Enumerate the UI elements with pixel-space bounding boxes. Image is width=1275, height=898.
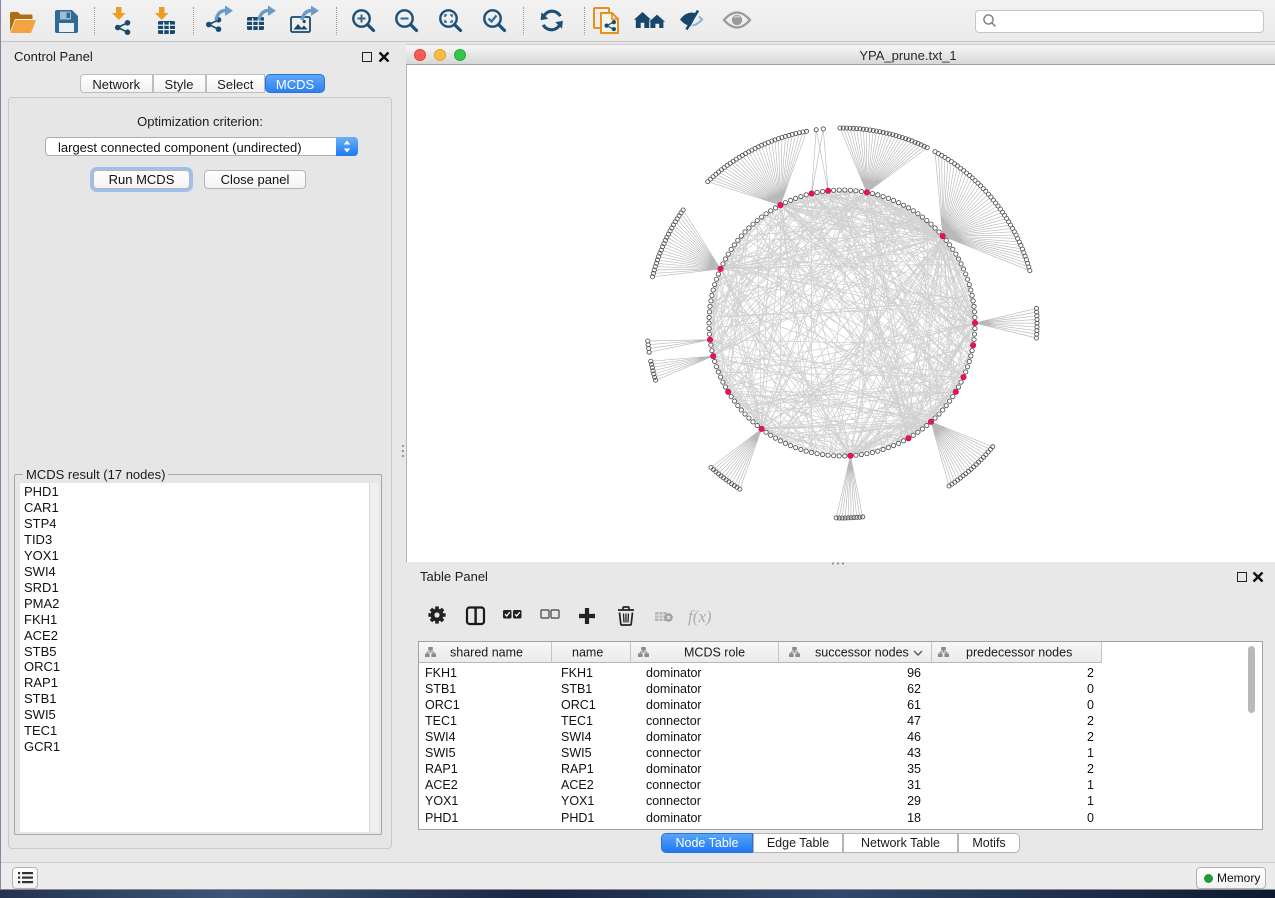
svg-text:f(x): f(x): [688, 607, 712, 626]
svg-text:shared name: shared name: [450, 646, 523, 660]
svg-text:name: name: [572, 646, 603, 660]
svg-text:predecessor nodes: predecessor nodes: [966, 646, 1072, 660]
svg-text:successor nodes: successor nodes: [815, 646, 909, 660]
svg-text:MCDS role: MCDS role: [684, 646, 745, 660]
